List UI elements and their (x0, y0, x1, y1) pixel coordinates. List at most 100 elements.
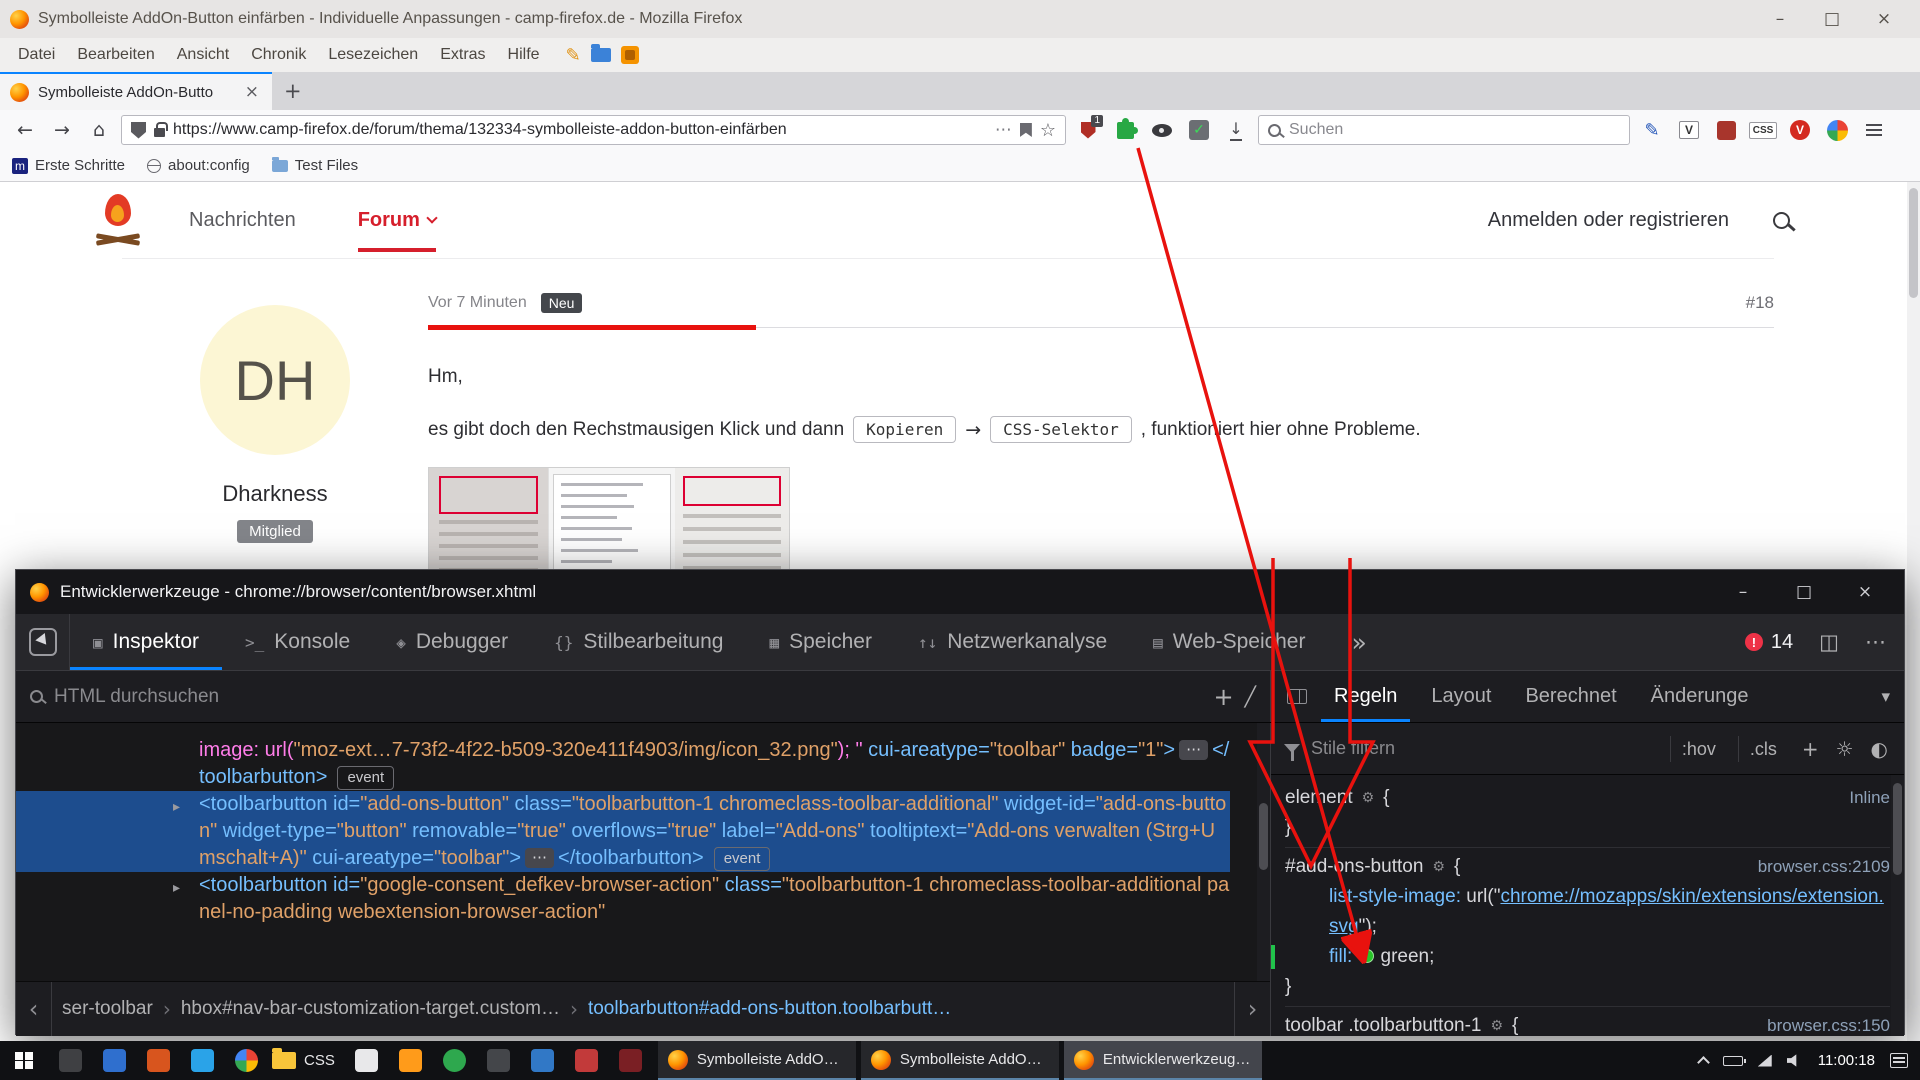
class-toggle[interactable]: .cls (1738, 736, 1788, 762)
html-search-input[interactable] (54, 686, 1202, 708)
menu-hilfe[interactable]: Hilfe (498, 42, 550, 68)
tab-konsole[interactable]: >_Konsole (222, 614, 373, 670)
devtools-close-button[interactable]: × (1840, 582, 1890, 602)
split-console-icon[interactable]: ◫ (1819, 630, 1839, 654)
translator-extension-icon[interactable]: V (1674, 115, 1704, 145)
tray-expand-icon[interactable] (1697, 1056, 1710, 1069)
highlighter-extension-icon[interactable]: ✎ (1637, 115, 1667, 145)
addons-puzzle-icon[interactable] (1110, 115, 1140, 145)
taskbar-app-icon[interactable] (224, 1041, 268, 1080)
ublock-extension-icon[interactable]: 1 (1073, 115, 1103, 145)
tab-regeln[interactable]: Regeln (1317, 671, 1414, 722)
tab-close-icon[interactable]: × (242, 82, 262, 102)
three-pane-toggle[interactable] (1277, 671, 1317, 722)
css-extension-icon[interactable]: CSS (1748, 115, 1778, 145)
v-red-extension-icon[interactable]: V (1785, 115, 1815, 145)
menu-lesezeichen[interactable]: Lesezeichen (318, 42, 428, 68)
red-extension-icon[interactable] (1711, 115, 1741, 145)
dark-scheme-icon[interactable]: ◐ (1868, 737, 1891, 761)
page-scrollbar[interactable] (1907, 182, 1920, 1041)
search-input[interactable] (1289, 121, 1620, 139)
taskbar-app-icon[interactable] (92, 1041, 136, 1080)
breadcrumb-item[interactable]: hbox#nav-bar-customization-target.custom… (171, 998, 570, 1020)
pocket-icon[interactable] (1020, 123, 1032, 137)
taskbar-app-icon[interactable] (345, 1041, 389, 1080)
hover-pseudo-toggle[interactable]: :hov (1670, 736, 1727, 762)
battery-icon[interactable] (1723, 1056, 1743, 1066)
scrollbar-thumb[interactable] (1909, 188, 1918, 298)
video-downloadhelper-icon[interactable] (1822, 115, 1852, 145)
devtools-maximize-button[interactable]: □ (1779, 582, 1829, 602)
page-actions-icon[interactable]: ⋯ (995, 120, 1012, 140)
rules-scrollbar[interactable] (1891, 775, 1904, 1036)
error-counter[interactable]: ! 14 (1745, 631, 1793, 654)
close-button[interactable]: × (1858, 9, 1910, 29)
gear-icon[interactable]: ⚙ (1490, 1011, 1503, 1036)
network-icon[interactable] (1758, 1055, 1772, 1067)
eye-extension-icon[interactable] (1147, 115, 1177, 145)
breadcrumb-item-selected[interactable]: toolbarbutton#add-ons-button.toolbarbutt… (578, 998, 961, 1020)
bookmark-about-config[interactable]: about:config (147, 157, 250, 174)
post-time[interactable]: Vor 7 Minuten (428, 294, 527, 312)
menu-ansicht[interactable]: Ansicht (167, 42, 239, 68)
tab-berechnet[interactable]: Berechnet (1508, 671, 1633, 722)
markup-scrollbar[interactable] (1257, 723, 1270, 981)
taskbar-app-icon[interactable] (521, 1041, 565, 1080)
element-picker-button[interactable] (16, 614, 70, 670)
taskbar-app-icon[interactable] (389, 1041, 433, 1080)
downloads-button[interactable]: ↓ (1221, 115, 1251, 145)
css-declaration-fill[interactable]: fill: green; (1285, 942, 1890, 972)
campfire-logo[interactable] (95, 194, 141, 246)
light-scheme-icon[interactable]: ☼ (1833, 737, 1857, 761)
nav-nachrichten[interactable]: Nachrichten (189, 209, 296, 232)
gear-icon[interactable]: ⚙ (1432, 852, 1445, 882)
tab-layout[interactable]: Layout (1414, 671, 1508, 722)
taskbar-app-icon[interactable] (48, 1041, 92, 1080)
menu-datei[interactable]: Datei (8, 42, 65, 68)
tab-aenderungen[interactable]: Änderunge (1634, 671, 1756, 722)
check-extension-icon[interactable]: ✓ (1184, 115, 1214, 145)
maximize-button[interactable]: □ (1806, 9, 1858, 29)
taskbar-app-icon[interactable] (180, 1041, 224, 1080)
taskbar-app-icon[interactable] (477, 1041, 521, 1080)
rule-source-link[interactable]: browser.css:2109 (1746, 852, 1890, 882)
markup-search[interactable]: + ╱ (16, 671, 1271, 722)
bookmark-erste-schritte[interactable]: m Erste Schritte (12, 157, 125, 174)
orange-app-icon[interactable] (621, 46, 639, 64)
browser-tab-active[interactable]: Symbolleiste AddOn-Butto × (0, 72, 272, 110)
markup-row-selected[interactable]: ▸<toolbarbutton id="add-ons-button" clas… (16, 791, 1230, 872)
bookmark-test-files[interactable]: Test Files (272, 157, 358, 174)
site-search-icon[interactable] (1773, 212, 1790, 229)
tab-speicher[interactable]: ▦Speicher (746, 614, 895, 670)
forward-button[interactable]: → (47, 115, 77, 145)
style-filter-input[interactable] (1311, 738, 1659, 759)
breadcrumb-scroll-right[interactable]: › (1234, 982, 1270, 1036)
breadcrumb-item[interactable]: ser-toolbar (52, 998, 163, 1020)
back-button[interactable]: ← (10, 115, 40, 145)
taskbar-app-icon[interactable] (565, 1041, 609, 1080)
css-declaration[interactable]: list-style-image: url("chrome://mozapps/… (1285, 882, 1890, 942)
new-tab-button[interactable]: + (272, 79, 314, 103)
author-name[interactable]: Dharkness (122, 481, 428, 507)
tab-web-speicher[interactable]: ▤Web-Speicher (1130, 614, 1328, 670)
taskbar-app-icon[interactable] (609, 1041, 653, 1080)
rule-selector[interactable]: toolbar .toolbarbutton-1 (1285, 1011, 1481, 1036)
url-bar[interactable]: https://www.camp-firefox.de/forum/thema/… (121, 115, 1066, 145)
folder-icon[interactable] (591, 48, 611, 62)
taskbar-folder-css[interactable]: CSS (268, 1041, 345, 1080)
menu-extras[interactable]: Extras (430, 42, 495, 68)
rule-source[interactable]: browser.css:150 (1755, 1011, 1890, 1036)
more-tools-button[interactable]: » (1328, 614, 1389, 670)
rule-selector[interactable]: #add-ons-button (1285, 852, 1423, 882)
nav-forum[interactable]: Forum (358, 182, 436, 258)
breadcrumb-scroll-left[interactable]: ‹ (16, 982, 52, 1036)
taskbar-app-icon[interactable] (136, 1041, 180, 1080)
taskbar-app-icon[interactable] (433, 1041, 477, 1080)
search-bar[interactable] (1258, 115, 1630, 145)
tab-debugger[interactable]: ◈Debugger (373, 614, 531, 670)
avatar[interactable]: DH (200, 305, 350, 455)
clock[interactable]: 11:00:18 (1818, 1052, 1875, 1069)
rule-source[interactable]: Inline (1837, 783, 1890, 813)
sidebar-dropdown-icon[interactable]: ▾ (1873, 671, 1898, 722)
add-rule-icon[interactable]: + (1799, 737, 1822, 761)
